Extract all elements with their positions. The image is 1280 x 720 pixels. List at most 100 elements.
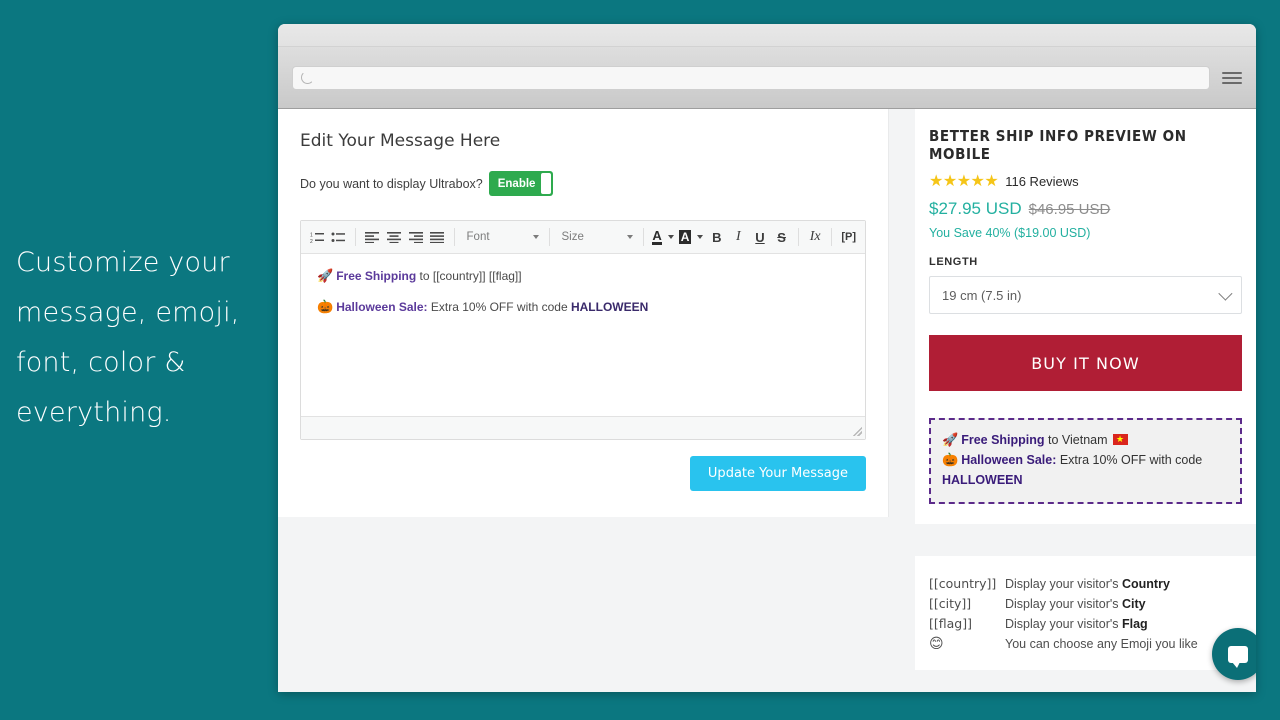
browser-toolbar xyxy=(278,47,1256,109)
font-size-select[interactable]: Size xyxy=(555,226,637,248)
product-title: BETTER SHIP INFO PREVIEW ON MOBILE xyxy=(929,127,1187,163)
text-color-button[interactable]: A xyxy=(650,226,675,248)
pumpkin-icon: 🎃 xyxy=(317,299,334,314)
toolbar-divider xyxy=(355,228,357,246)
reviews-count[interactable]: 116 Reviews xyxy=(1005,174,1078,189)
smiley-icon: 😊 xyxy=(929,636,944,652)
unordered-list-icon[interactable] xyxy=(329,226,350,248)
chat-widget-button[interactable] xyxy=(1212,628,1256,680)
paragraph-icon: [P] xyxy=(841,231,857,243)
legend-description: Display your visitor's Country xyxy=(1005,574,1170,594)
editor-content-area[interactable]: 🚀 Free Shipping to [[country]] [[flag]] 🎃… xyxy=(301,254,865,416)
ultrabox-toggle-state: Enable xyxy=(497,177,536,190)
legend-token: [[city]] xyxy=(929,596,972,611)
free-shipping-destination: to Vietnam xyxy=(1044,433,1112,447)
ultrabox-preview-banner: 🚀Free Shipping to Vietnam 🎃Halloween Sal… xyxy=(929,418,1242,504)
legend-token: [[flag]] xyxy=(929,616,972,631)
list-item: [[city]] Display your visitor's City xyxy=(929,594,1242,614)
chevron-down-icon xyxy=(627,235,634,239)
toolbar-divider xyxy=(831,228,833,246)
product-card: BETTER SHIP INFO PREVIEW ON MOBILE ★★★★★… xyxy=(915,109,1256,524)
menu-bar-1 xyxy=(1222,71,1242,74)
free-shipping-label: Free Shipping xyxy=(336,269,417,283)
halloween-sale-rest: Extra 10% OFF with code xyxy=(1056,453,1203,467)
align-justify-icon[interactable] xyxy=(427,226,448,248)
legend-description: Display your visitor's Flag xyxy=(1005,614,1148,634)
address-bar[interactable] xyxy=(292,65,1210,90)
ultrabox-preview-line: 🎃 Halloween Sale: Extra 10% OFF with code… xyxy=(942,450,1229,490)
strikethrough-button[interactable]: S xyxy=(771,226,792,248)
browser-window: Edit Your Message Here Do you want to di… xyxy=(278,24,1256,692)
align-justify-glyph xyxy=(430,232,445,243)
unordered-list-glyph xyxy=(331,232,346,242)
update-message-button[interactable]: Update Your Message xyxy=(689,456,866,491)
length-label: LENGTH xyxy=(929,256,978,268)
align-center-icon[interactable] xyxy=(384,226,405,248)
halloween-sale-rest: Extra 10% OFF with code xyxy=(427,300,571,314)
align-left-glyph xyxy=(365,232,380,243)
free-shipping-label: Free Shipping xyxy=(961,433,1045,447)
length-value: 19 cm (7.5 in) xyxy=(942,287,1022,303)
font-family-select[interactable]: Font xyxy=(461,226,543,248)
legend-highlight: Country xyxy=(1122,577,1170,591)
ultrabox-toggle-label: Do you want to display Ultrabox? xyxy=(300,176,483,191)
italic-icon: I xyxy=(736,229,741,244)
ordered-list-icon[interactable]: 1 2 xyxy=(307,226,328,248)
legend-prefix: Display your visitor's xyxy=(1005,577,1122,591)
buy-it-now-button[interactable]: BUY IT NOW xyxy=(929,335,1242,391)
rating-row: ★★★★★ 116 Reviews xyxy=(929,171,1242,191)
message-line: 🚀 Free Shipping to [[country]] [[flag]] xyxy=(317,268,849,284)
page-title: Edit Your Message Here xyxy=(300,131,501,151)
align-right-glyph xyxy=(408,232,423,243)
reload-icon[interactable] xyxy=(301,71,314,84)
toolbar-divider xyxy=(797,228,799,246)
halloween-code: HALLOWEEN xyxy=(570,300,649,314)
message-line: 🎃 Halloween Sale: Extra 10% OFF with code… xyxy=(317,299,849,315)
editor-footer xyxy=(301,416,865,439)
list-item: [[country]] Display your visitor's Count… xyxy=(929,574,1242,594)
page-viewport: Edit Your Message Here Do you want to di… xyxy=(278,109,1256,692)
halloween-code: HALLOWEEN xyxy=(942,473,1023,487)
remove-format-button[interactable]: Ix xyxy=(805,226,826,248)
promo-caption: Customize your message, emoji, font, col… xyxy=(16,247,240,428)
toolbar-divider xyxy=(548,228,550,246)
legend-description: Display your visitor's City xyxy=(1005,594,1146,614)
editor-actions: Update Your Message xyxy=(300,456,866,491)
editor-toolbar: 1 2 Font Size A A B I U S Ix [P] xyxy=(301,221,865,254)
paragraph-button[interactable]: [P] xyxy=(838,226,859,248)
chevron-down-icon xyxy=(697,235,704,239)
text-color-icon: A xyxy=(652,227,662,245)
list-item: 😊 You can choose any Emoji you like xyxy=(929,634,1242,654)
background-color-icon: A xyxy=(678,230,692,244)
chevron-down-icon xyxy=(1218,286,1233,301)
background-color-button[interactable]: A xyxy=(677,226,706,248)
star-rating-icon: ★★★★★ xyxy=(929,173,999,190)
preview-column: BETTER SHIP INFO PREVIEW ON MOBILE ★★★★★… xyxy=(915,109,1256,670)
bold-icon: B xyxy=(712,229,722,245)
browser-tab-strip xyxy=(278,24,1256,47)
chat-bubble-icon xyxy=(1228,645,1248,668)
resize-grip-handle[interactable] xyxy=(853,427,862,436)
legend-description: You can choose any Emoji you like xyxy=(1005,634,1198,654)
halloween-sale-label: Halloween Sale: xyxy=(336,300,428,314)
ultrabox-enable-toggle[interactable]: Enable xyxy=(488,171,553,196)
rocket-icon: 🚀 xyxy=(317,268,334,283)
ordered-list-glyph: 1 2 xyxy=(310,232,324,244)
chevron-down-icon xyxy=(532,235,539,239)
italic-button[interactable]: I xyxy=(728,226,749,248)
placeholder-legend-card: [[country]] Display your visitor's Count… xyxy=(915,556,1256,670)
editor-card: Edit Your Message Here Do you want to di… xyxy=(278,109,889,517)
bold-button[interactable]: B xyxy=(706,226,727,248)
underline-icon: U xyxy=(755,229,765,245)
legend-highlight: Flag xyxy=(1122,617,1148,631)
halloween-sale-label: Halloween Sale: xyxy=(961,453,1057,467)
length-select[interactable]: 19 cm (7.5 in) xyxy=(929,276,1242,314)
pumpkin-icon: 🎃 xyxy=(942,452,959,467)
hamburger-menu-icon[interactable] xyxy=(1222,71,1242,84)
font-family-value: Font xyxy=(466,231,490,243)
toolbar-divider xyxy=(453,228,455,246)
underline-button[interactable]: U xyxy=(750,226,771,248)
align-center-glyph xyxy=(387,232,402,243)
align-left-icon[interactable] xyxy=(362,226,383,248)
align-right-icon[interactable] xyxy=(405,226,426,248)
